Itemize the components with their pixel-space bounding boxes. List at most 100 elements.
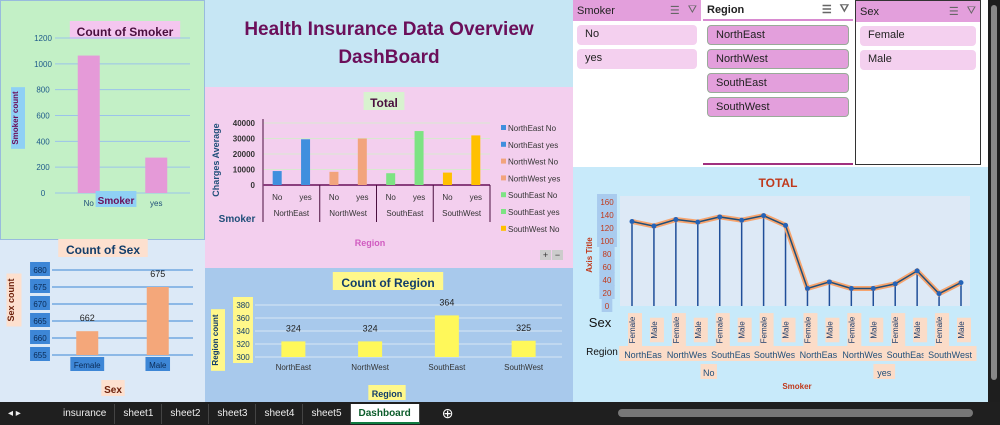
data-point [870, 285, 876, 291]
tab-dashboard[interactable]: Dashboard [350, 403, 420, 424]
group-label: NorthWest [329, 209, 367, 218]
y-axis-title: Axis Title [585, 237, 594, 273]
y-tick-label: 100 [600, 237, 614, 246]
x-axis-title: Sex [104, 385, 122, 396]
sex-label: Male [825, 321, 834, 339]
data-point [651, 223, 657, 229]
y-tick-label: 340 [236, 327, 250, 336]
y-tick-label: 300 [236, 353, 250, 362]
data-point [892, 281, 898, 287]
x-axis-title: Region [355, 238, 386, 248]
region-label: NorthWes [667, 350, 707, 360]
sex-label: Female [847, 316, 856, 343]
legend-swatch [501, 192, 506, 198]
bar-no [77, 55, 100, 193]
region-label: NorthWes [842, 350, 882, 360]
legend-swatch [501, 141, 506, 147]
data-point [914, 268, 920, 274]
chart-title: TOTAL [759, 176, 798, 190]
sex-label: Male [738, 321, 747, 339]
y-tick-label: 320 [236, 340, 250, 349]
legend-entry: SouthEast yes [508, 208, 560, 217]
smoker-label: yes [877, 368, 892, 378]
add-sheet-icon[interactable]: ⊕ [442, 405, 454, 422]
bar-northwest-no [329, 171, 339, 185]
y-tick-label: 0 [251, 181, 256, 190]
horizontal-scrollbar[interactable] [618, 409, 973, 417]
y-tick-label: 665 [33, 317, 47, 326]
chart-title: Count of Smoker [77, 25, 174, 39]
sex-label: Female [672, 316, 681, 343]
y-tick-label: 200 [36, 163, 50, 172]
y-tick-label: 1200 [34, 34, 52, 43]
chart-title: Total [370, 96, 398, 110]
sex-label: Male [782, 321, 791, 339]
legend-entry: NorthWest yes [508, 174, 560, 183]
sex-label: Male [869, 321, 878, 339]
y-tick-label: 0 [41, 189, 46, 198]
region-label: SouthWest [928, 350, 972, 360]
y-tick-label: 80 [603, 250, 612, 259]
region-label: SouthWes [754, 350, 796, 360]
x-tick-label: Female [74, 361, 101, 370]
x-tick-label: No [272, 193, 283, 202]
row-label: Region [586, 347, 618, 358]
legend-entry: SouthEast No [508, 191, 558, 200]
y-tick-label: 675 [33, 283, 47, 292]
tab-scroll-arrows[interactable]: ◂ ▸ [0, 404, 55, 424]
data-point [936, 291, 942, 297]
tab-sheet4[interactable]: sheet4 [256, 403, 304, 424]
tab-sheet2[interactable]: sheet2 [162, 403, 210, 424]
region-label: SouthEas [711, 350, 751, 360]
x-tick-label: NorthWest [351, 363, 389, 372]
y-axis-title: Region count [211, 314, 220, 365]
tab-sheet1[interactable]: sheet1 [115, 403, 163, 424]
row-label: Smoker [219, 214, 256, 225]
data-label: 364 [439, 297, 454, 307]
bar-male [146, 287, 169, 355]
bar-southwest-yes [471, 135, 481, 185]
tab-sheet5[interactable]: sheet5 [303, 403, 351, 424]
legend-entry: NorthWest No [508, 158, 559, 167]
data-point [826, 279, 832, 285]
group-label: SouthEast [386, 209, 424, 218]
y-tick-label: 670 [33, 300, 47, 309]
zoom-out-button: − [555, 250, 560, 260]
y-tick-label: 120 [600, 224, 614, 233]
legend-entry: NorthEast yes [508, 141, 558, 150]
y-tick-label: 20000 [233, 150, 256, 159]
tab-insurance[interactable]: insurance [55, 403, 116, 424]
legend-entry: NorthEast No [508, 124, 557, 133]
sex-label: Female [803, 316, 812, 343]
bar-female [76, 331, 99, 355]
y-tick-label: 800 [36, 86, 50, 95]
sex-label: Female [891, 316, 900, 343]
data-label: 675 [150, 269, 165, 279]
x-axis-title: Smoker [98, 196, 135, 207]
x-tick-label: yes [299, 193, 311, 202]
region-label: SouthEas [887, 350, 927, 360]
x-tick-label: yes [413, 193, 425, 202]
y-tick-label: 380 [236, 301, 250, 310]
charts-layer: Count of SmokerSmoker count0200400600800… [6, 21, 977, 400]
bar-yes [145, 157, 168, 193]
y-tick-label: 60 [603, 263, 612, 272]
data-point [783, 222, 789, 228]
data-point [695, 219, 701, 225]
tab-sheet3[interactable]: sheet3 [209, 403, 257, 424]
y-tick-label: 40000 [233, 119, 256, 128]
y-tick-label: 20 [603, 289, 612, 298]
x-tick-label: yes [356, 193, 368, 202]
sex-label: Male [913, 321, 922, 339]
data-point [717, 214, 723, 220]
x-tick-label: No [442, 193, 453, 202]
legend-swatch [501, 209, 506, 214]
y-tick-label: 680 [33, 266, 47, 275]
sex-label: Female [628, 316, 637, 343]
legend-swatch [501, 158, 506, 164]
x-axis-title: Region [372, 389, 403, 399]
legend-swatch [501, 175, 506, 181]
data-point [739, 217, 745, 223]
bar-southeast-no [386, 173, 396, 185]
y-tick-label: 40 [603, 276, 612, 285]
